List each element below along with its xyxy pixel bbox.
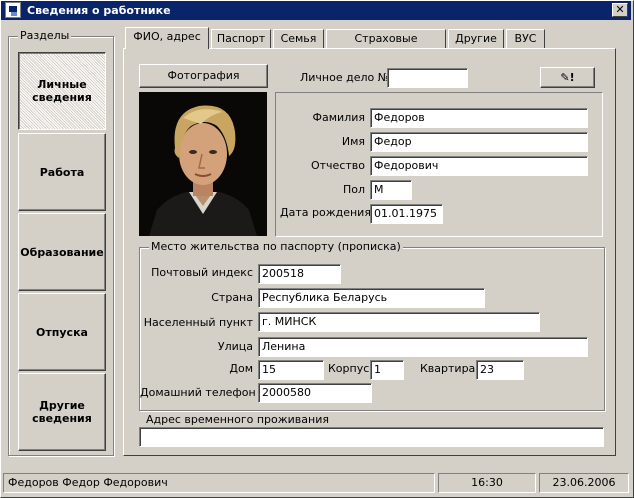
section-work-button[interactable]: Работа bbox=[18, 133, 106, 211]
sex-label: Пол bbox=[342, 183, 365, 196]
name-field[interactable]: Федор bbox=[370, 132, 588, 152]
postcode-label: Почтовый индекс bbox=[151, 266, 253, 279]
patronymic-label: Отчество bbox=[310, 159, 365, 172]
birth-date-label: Дата рождения bbox=[280, 206, 371, 219]
portrait-image bbox=[139, 92, 267, 236]
sex-field[interactable]: М bbox=[370, 180, 412, 200]
close-button[interactable]: ✕ bbox=[612, 3, 628, 17]
employee-photo bbox=[139, 92, 267, 236]
tab-other[interactable]: Другие bbox=[448, 29, 504, 48]
patronymic-field[interactable]: Федорович bbox=[370, 156, 588, 176]
tab-passport[interactable]: Паспорт bbox=[211, 29, 271, 48]
phone-field[interactable]: 2000580 bbox=[258, 383, 372, 403]
tab-family[interactable]: Семья bbox=[273, 29, 324, 48]
section-other-button[interactable]: Другие сведения bbox=[18, 373, 106, 451]
edit-button[interactable]: ✎! bbox=[540, 67, 595, 88]
postcode-field[interactable]: 200518 bbox=[258, 264, 341, 284]
apartment-field[interactable]: 23 bbox=[476, 360, 524, 380]
tab-name-address[interactable]: ФИО, адрес bbox=[125, 27, 209, 49]
birth-date-field[interactable]: 01.01.1975 bbox=[370, 204, 443, 224]
surname-field[interactable]: Федоров bbox=[370, 108, 588, 128]
name-label: Имя bbox=[341, 135, 365, 148]
residence-group-title: Место жительства по паспорту (прописка) bbox=[149, 240, 403, 253]
title-bar: Сведения о работнике ✕ bbox=[1, 1, 631, 20]
sections-group-title: Разделы bbox=[18, 29, 72, 42]
country-field[interactable]: Республика Беларусь bbox=[258, 288, 485, 308]
city-field[interactable]: г. МИНСК bbox=[258, 312, 540, 332]
house-field[interactable]: 15 bbox=[258, 360, 324, 380]
surname-label: Фамилия bbox=[312, 111, 365, 124]
street-field[interactable]: Ленина bbox=[258, 337, 588, 357]
house-label: Дом bbox=[229, 362, 253, 375]
apartment-label: Квартира bbox=[420, 362, 476, 375]
status-date: 23.06.2006 bbox=[539, 473, 629, 493]
tab-military[interactable]: ВУС bbox=[506, 29, 545, 48]
city-label: Населенный пункт bbox=[143, 316, 253, 329]
temp-address-label: Адрес временного проживания bbox=[146, 413, 329, 426]
card-file-icon[interactable] bbox=[5, 2, 21, 18]
country-label: Страна bbox=[211, 291, 253, 304]
photo-button[interactable]: Фотография bbox=[139, 64, 268, 88]
window-title: Сведения о работнике bbox=[27, 4, 171, 17]
section-personal-button[interactable]: Личные сведения bbox=[18, 52, 106, 130]
temp-address-field[interactable] bbox=[139, 427, 604, 447]
building-field[interactable]: 1 bbox=[370, 360, 404, 380]
street-label: Улица bbox=[217, 340, 253, 353]
file-number-field[interactable] bbox=[387, 68, 468, 88]
status-employee: Федоров Федор Федорович bbox=[3, 473, 435, 493]
building-label: Корпус bbox=[328, 362, 370, 375]
section-education-button[interactable]: Образование bbox=[18, 213, 106, 291]
phone-label: Домашний телефон bbox=[140, 386, 256, 399]
file-number-label: Личное дело № bbox=[300, 71, 390, 84]
section-vacations-button[interactable]: Отпуска bbox=[18, 293, 106, 371]
tab-insurance[interactable]: Страховые сведения bbox=[326, 29, 446, 62]
status-time: 16:30 bbox=[438, 473, 536, 493]
